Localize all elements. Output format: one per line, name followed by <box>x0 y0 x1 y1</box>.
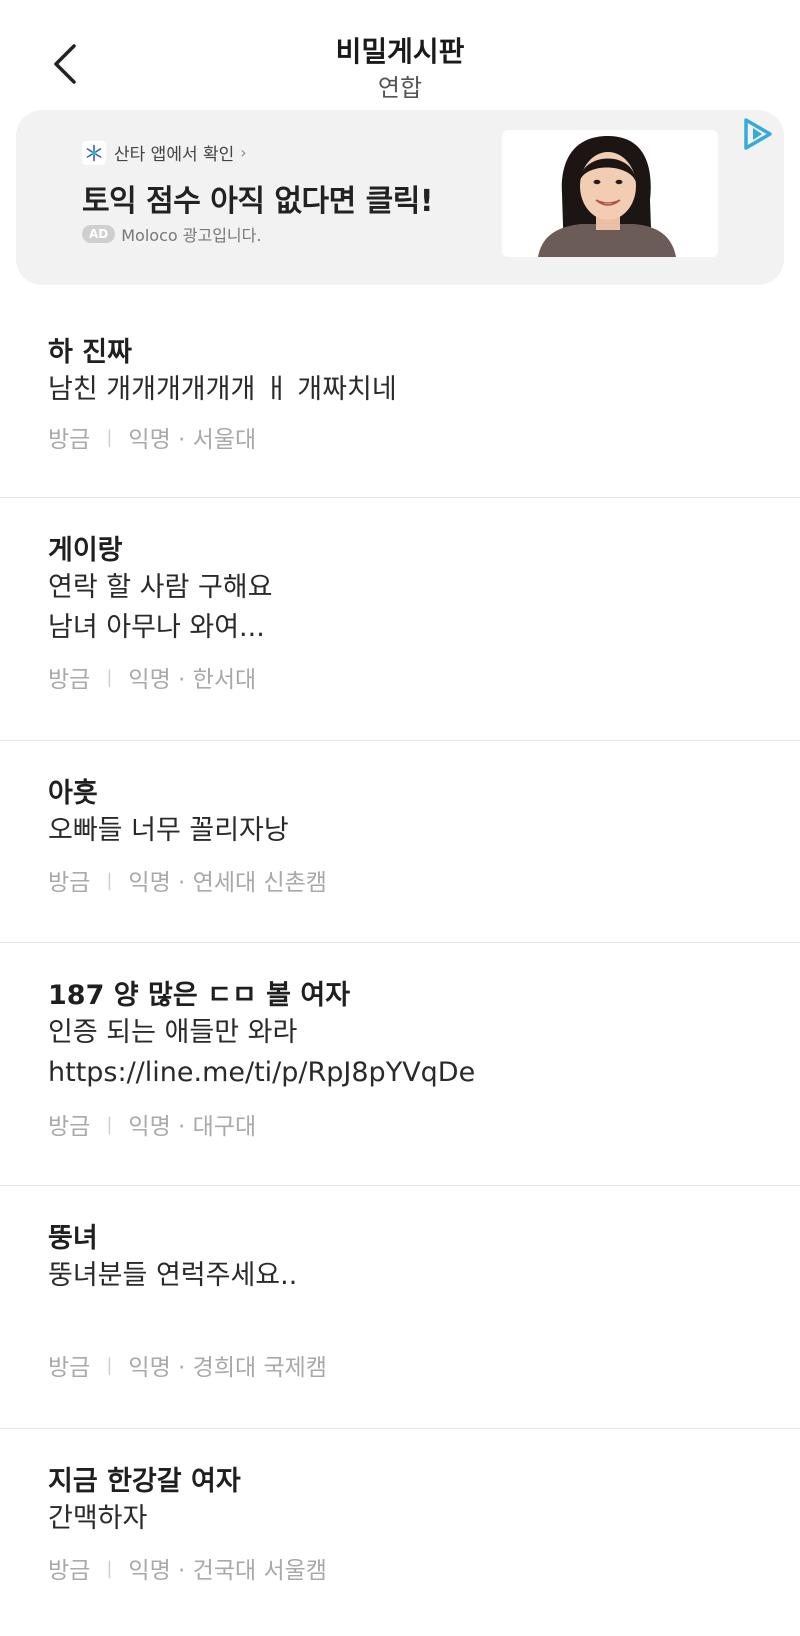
list-item[interactable]: 게이랑 연락 할 사람 구해요 남녀 아무나 와여... 방금 | 익명 · 한… <box>0 498 800 741</box>
meta-divider: | <box>106 426 113 448</box>
post-body: 인증 되는 애들만 와라 <box>48 1017 298 1048</box>
chevron-right-icon: › <box>240 143 247 162</box>
post-time: 방금 <box>48 427 91 453</box>
list-item[interactable]: 하 진짜 남친 개개개개개개 ㅐ 개짜치네 방금 | 익명 · 서울대 <box>0 300 800 498</box>
post-time: 방금 <box>48 1114 91 1140</box>
post-meta: 방금 | 익명 · 연세대 신촌캠 <box>48 863 327 897</box>
post-title: 지금 한강갈 여자 <box>48 1466 241 1497</box>
list-item[interactable]: 187 양 많은 ㄷㅁ 볼 여자 인증 되는 애들만 와라 https://li… <box>0 943 800 1186</box>
post-author: 익명 · 경희대 국제캠 <box>128 1355 327 1381</box>
ad-banner[interactable]: 산타 앱에서 확인 › 토익 점수 아직 없다면 클릭! AD Moloco 광… <box>16 110 784 285</box>
meta-divider: | <box>106 1113 113 1135</box>
post-title: 187 양 많은 ㄷㅁ 볼 여자 <box>48 980 351 1011</box>
post-link[interactable]: https://line.me/ti/p/RpJ8pYVqDe <box>48 1053 760 1093</box>
page-title: 비밀게시판 <box>335 35 465 68</box>
ad-meta: AD Moloco 광고입니다. <box>82 222 261 246</box>
post-time: 방금 <box>48 667 91 693</box>
post-author: 익명 · 연세대 신촌캠 <box>128 870 327 896</box>
meta-divider: | <box>106 666 113 688</box>
ad-image[interactable] <box>502 130 718 257</box>
top-bar: 비밀게시판 연합 <box>0 0 800 110</box>
santa-snowflake-icon <box>82 140 106 165</box>
post-title: 뚱녀 <box>48 1223 98 1254</box>
list-item[interactable]: 아흣 오빠들 너무 꼴리자낭 방금 | 익명 · 연세대 신촌캠 <box>0 741 800 943</box>
post-body: 남녀 아무나 와여... <box>48 612 265 643</box>
post-author: 익명 · 서울대 <box>128 427 257 453</box>
post-time: 방금 <box>48 870 91 896</box>
adchoices-icon[interactable] <box>740 116 776 152</box>
post-body: 뚱녀분들 연럭주세요.. <box>48 1260 298 1291</box>
list-item[interactable]: 뚱녀 뚱녀분들 연럭주세요.. 방금 | 익명 · 경희대 국제캠 <box>0 1186 800 1429</box>
ad-source-label: 산타 앱에서 확인 <box>114 145 235 165</box>
post-body: 간맥하자 <box>48 1503 148 1534</box>
ad-headline: 토익 점수 아직 없다면 클릭! <box>82 184 434 219</box>
ad-person-image <box>502 130 718 257</box>
post-meta: 방금 | 익명 · 대구대 <box>48 1107 256 1141</box>
page-subtitle: 연합 <box>377 74 423 102</box>
post-meta: 방금 | 익명 · 한서대 <box>48 660 256 694</box>
meta-divider: | <box>106 869 113 891</box>
list-item[interactable]: 지금 한강갈 여자 간맥하자 방금 | 익명 · 건국대 서울캠 <box>0 1429 800 1629</box>
post-meta: 방금 | 익명 · 서울대 <box>48 420 256 454</box>
post-author: 익명 · 대구대 <box>128 1114 257 1140</box>
post-title: 하 진짜 <box>48 337 132 368</box>
post-list: 하 진짜 남친 개개개개개개 ㅐ 개짜치네 방금 | 익명 · 서울대 게이랑 … <box>0 300 800 1629</box>
ad-source-link[interactable]: 산타 앱에서 확인 › <box>82 140 247 165</box>
meta-divider: | <box>106 1557 113 1579</box>
meta-divider: | <box>106 1354 113 1376</box>
post-time: 방금 <box>48 1558 91 1584</box>
post-meta: 방금 | 익명 · 경희대 국제캠 <box>48 1348 327 1382</box>
post-body: 남친 개개개개개개 ㅐ 개짜치네 <box>48 374 397 405</box>
post-body: 오빠들 너무 꼴리자낭 <box>48 815 289 846</box>
post-title: 아흣 <box>48 778 98 809</box>
post-author: 익명 · 한서대 <box>128 667 257 693</box>
post-author: 익명 · 건국대 서울캠 <box>128 1558 327 1584</box>
post-title: 게이랑 <box>48 535 123 566</box>
ad-badge: AD <box>82 225 116 243</box>
post-meta: 방금 | 익명 · 건국대 서울캠 <box>48 1551 327 1585</box>
post-time: 방금 <box>48 1355 91 1381</box>
ad-advertiser: Moloco 광고입니다. <box>121 226 262 245</box>
post-body: 연락 할 사람 구해요 <box>48 572 273 603</box>
